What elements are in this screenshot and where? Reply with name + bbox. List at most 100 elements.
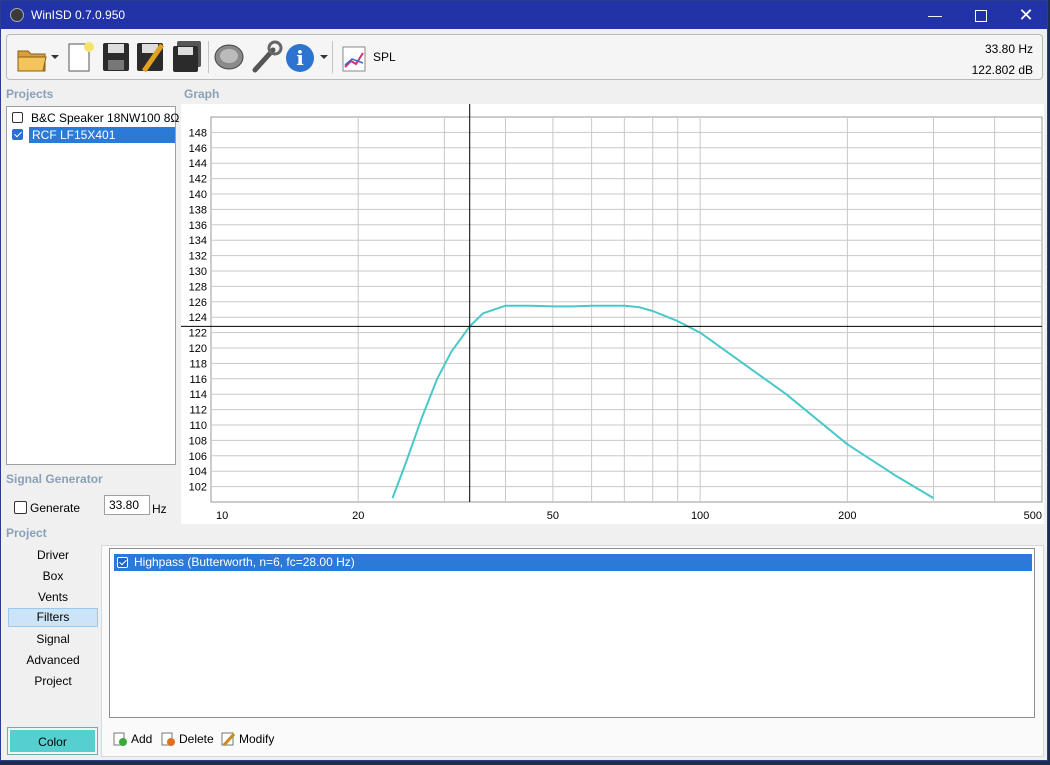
info-icon: i: [286, 44, 314, 72]
x-tick-label: 500: [1024, 510, 1042, 522]
add-icon: [113, 732, 127, 746]
project-checkbox[interactable]: [12, 129, 23, 140]
filter-row[interactable]: Highpass (Butterworth, n=6, fc=28.00 Hz): [114, 554, 1032, 571]
x-tick-label: 100: [691, 510, 709, 522]
spl-graph-button[interactable]: [340, 39, 370, 75]
title-bar: WinISD 0.7.0.950 — ✕: [1, 1, 1047, 29]
x-tick-label: 200: [838, 510, 856, 522]
toolbar-separator: [332, 41, 333, 73]
open-dropdown-arrow[interactable]: [51, 55, 59, 59]
app-icon: [10, 8, 24, 22]
signal-frequency-unit: Hz: [152, 502, 167, 516]
y-tick-label: 110: [189, 420, 207, 432]
speaker-icon: [214, 44, 244, 70]
nav-signal[interactable]: Signal: [8, 630, 98, 649]
driver-editor-button[interactable]: [212, 39, 246, 75]
y-tick-label: 106: [189, 451, 207, 463]
new-document-icon: [68, 42, 94, 72]
x-tick-label: 10: [216, 510, 228, 522]
close-button[interactable]: ✕: [1003, 1, 1047, 29]
y-tick-label: 144: [189, 158, 207, 170]
y-tick-label: 120: [189, 343, 207, 355]
color-button[interactable]: Color: [7, 727, 98, 755]
y-tick-label: 124: [189, 312, 207, 324]
projects-heading: Projects: [6, 87, 54, 101]
open-folder-button[interactable]: [15, 39, 49, 75]
spl-label: SPL: [373, 50, 396, 64]
nav-project[interactable]: Project: [8, 672, 98, 691]
wrench-icon: [252, 40, 283, 73]
nav-vents[interactable]: Vents: [8, 588, 98, 607]
signal-frequency-input[interactable]: 33.80: [104, 495, 150, 515]
svg-text:i: i: [296, 46, 304, 70]
projects-list[interactable]: B&C Speaker 18NW100 8Ω RCF LF15X401: [6, 106, 179, 465]
y-tick-label: 112: [189, 405, 207, 417]
modify-label: Modify: [239, 732, 275, 746]
project-label: RCF LF15X401: [29, 127, 175, 143]
y-tick-label: 134: [189, 235, 207, 247]
maximize-button[interactable]: [958, 1, 1004, 29]
y-tick-label: 140: [189, 189, 207, 201]
filter-label: Highpass (Butterworth, n=6, fc=28.00 Hz): [134, 555, 355, 569]
spl-chart[interactable]: 102 104 106 108 110 112 114 116 118 120 122 124 126 1…: [181, 104, 1044, 524]
db-readout: 122.802 dB: [971, 63, 1033, 77]
y-tick-label: 138: [189, 204, 207, 216]
nav-box[interactable]: Box: [8, 567, 98, 586]
signal-generator-heading: Signal Generator: [6, 472, 103, 486]
floppy-disk-icon: [103, 43, 129, 71]
nav-filters[interactable]: Filters: [8, 608, 98, 627]
y-tick-label: 130: [189, 266, 207, 278]
y-tick-label: 132: [189, 251, 207, 263]
nav-advanced[interactable]: Advanced: [8, 651, 98, 670]
y-tick-label: 126: [189, 297, 207, 309]
generate-label: Generate: [30, 501, 81, 515]
delete-icon: [161, 732, 175, 746]
plot-frame: [210, 116, 1043, 503]
generate-checkbox[interactable]: [14, 501, 27, 514]
save-all-icon: [173, 41, 201, 72]
y-tick-label: 102: [189, 482, 207, 494]
y-tick-label: 114: [189, 389, 207, 401]
toolbar-separator: [208, 41, 209, 73]
y-tick-label: 122: [189, 328, 207, 340]
pencil-icon: [221, 732, 235, 746]
main-window: WinISD 0.7.0.950 — ✕ i SPL 33.80 Hz 122.…: [0, 0, 1048, 761]
y-tick-label: 148: [189, 127, 207, 139]
settings-button[interactable]: [249, 39, 283, 75]
y-tick-label: 146: [189, 143, 207, 155]
project-heading: Project: [6, 526, 47, 540]
save-all-button[interactable]: [170, 39, 204, 75]
filters-list[interactable]: Highpass (Butterworth, n=6, fc=28.00 Hz): [109, 548, 1035, 718]
project-checkbox[interactable]: [12, 112, 23, 123]
graph-heading: Graph: [184, 87, 220, 101]
x-tick-label: 50: [547, 510, 559, 522]
project-item[interactable]: RCF LF15X401: [9, 127, 175, 143]
y-tick-label: 136: [189, 220, 207, 232]
save-button[interactable]: [100, 39, 132, 75]
toolbar: i SPL 33.80 Hz 122.802 dB: [6, 34, 1043, 80]
add-label: Add: [131, 732, 153, 746]
y-tick-label: 104: [189, 466, 207, 478]
new-project-button[interactable]: [65, 39, 95, 75]
minimize-button[interactable]: —: [912, 1, 958, 29]
project-label: B&C Speaker 18NW100 8Ω: [31, 111, 180, 125]
y-tick-label: 142: [189, 174, 207, 186]
spl-graph-icon: [342, 46, 366, 72]
y-tick-label: 116: [189, 374, 207, 386]
info-dropdown-arrow[interactable]: [320, 55, 328, 59]
y-tick-label: 128: [189, 281, 207, 293]
save-as-pencil-icon: [137, 43, 165, 73]
frequency-readout: 33.80 Hz: [984, 42, 1033, 56]
project-item[interactable]: B&C Speaker 18NW100 8Ω: [9, 110, 179, 126]
filter-checkbox[interactable]: [117, 557, 128, 568]
nav-driver[interactable]: Driver: [8, 546, 98, 565]
delete-label: Delete: [179, 732, 214, 746]
x-tick-label: 20: [352, 510, 364, 522]
open-folder-icon: [17, 50, 47, 72]
y-tick-label: 108: [189, 435, 207, 447]
save-as-button[interactable]: [134, 39, 166, 75]
y-tick-label: 118: [189, 358, 207, 370]
spl-graph[interactable]: 102 104 106 108 110 112 114 116 118 120 122 124 126 1…: [181, 104, 1044, 524]
window-title: WinISD 0.7.0.950: [31, 8, 126, 22]
info-button[interactable]: i: [284, 39, 316, 75]
